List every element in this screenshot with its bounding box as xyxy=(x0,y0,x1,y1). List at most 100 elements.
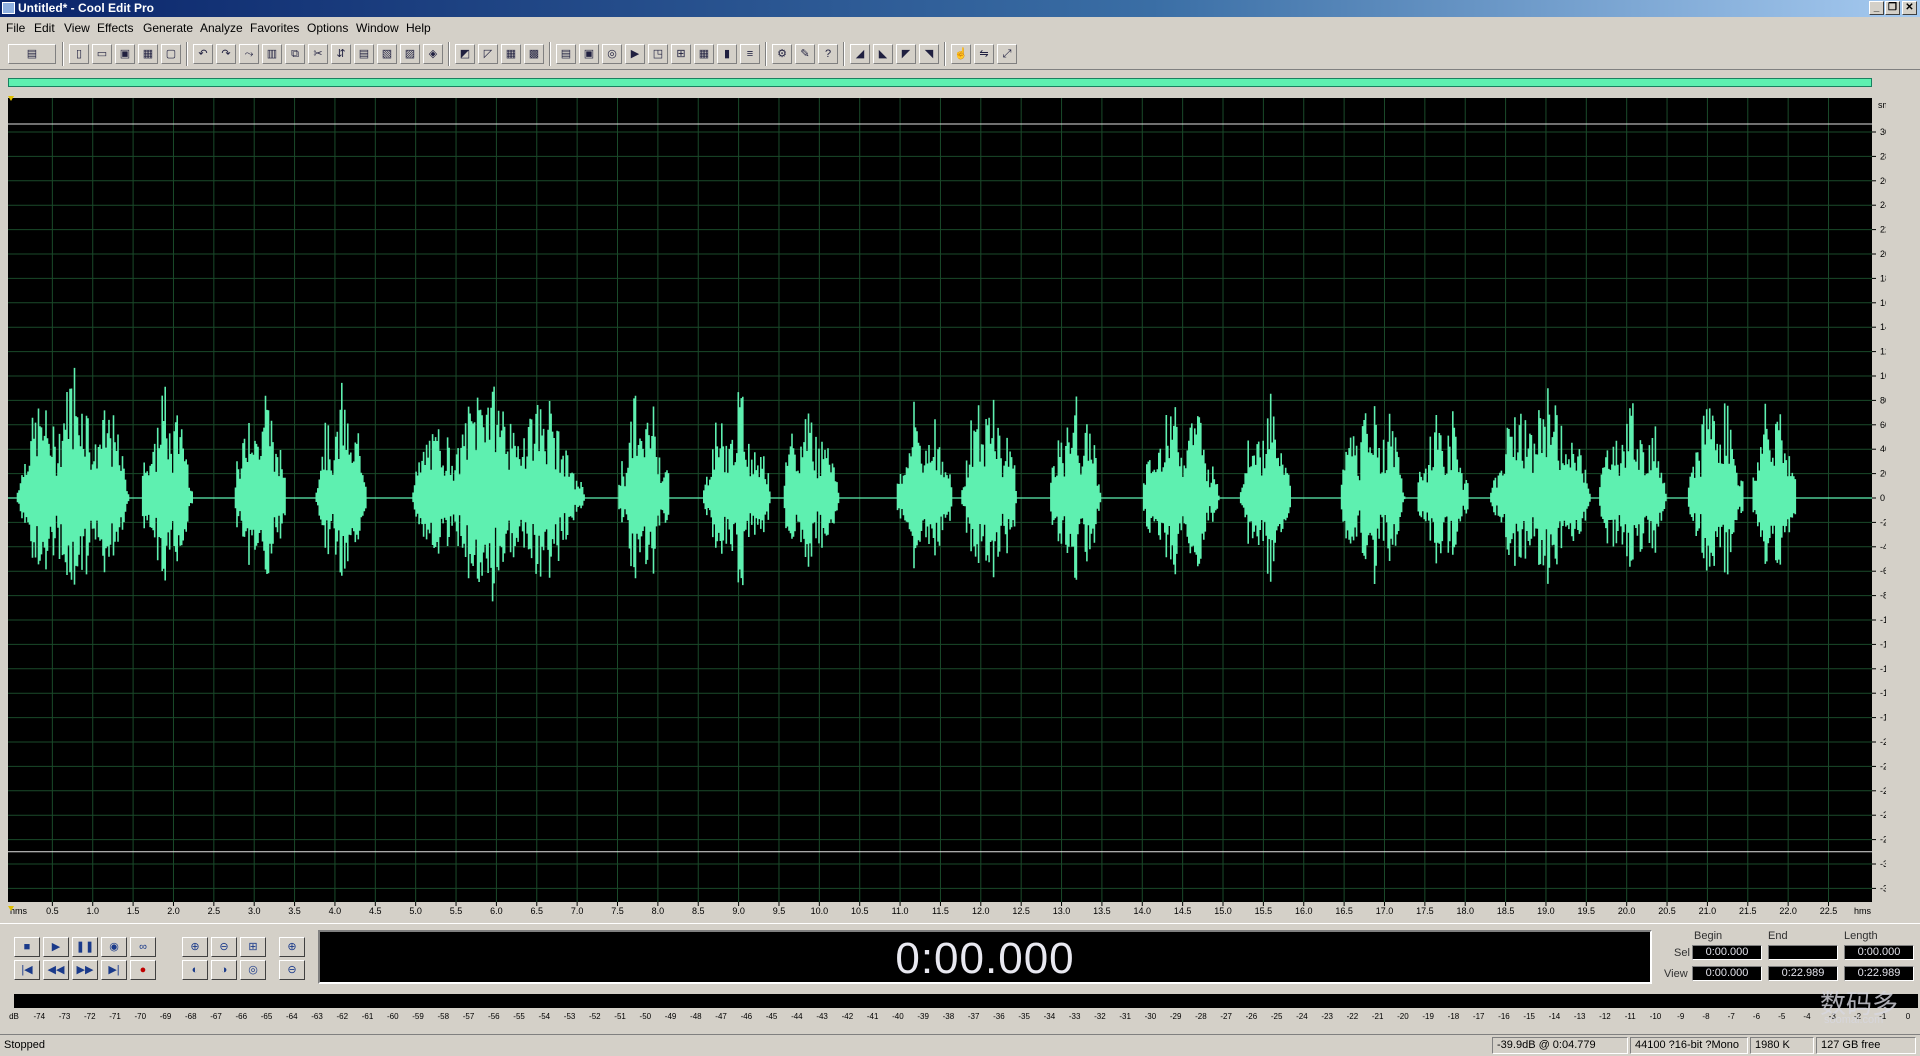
save-all-icon[interactable]: ▦ xyxy=(138,44,158,64)
bars-icon[interactable]: ≡ xyxy=(740,44,760,64)
undo-icon[interactable]: ↶ xyxy=(193,44,213,64)
save-icon[interactable]: ▣ xyxy=(115,44,135,64)
new-file-icon[interactable]: ▯ xyxy=(69,44,89,64)
paste-mix-icon[interactable]: ◈ xyxy=(423,44,443,64)
cd-icon[interactable]: ◎ xyxy=(602,44,622,64)
menu-file[interactable]: File xyxy=(6,21,25,35)
fast-forward-button[interactable]: ▶▶ xyxy=(72,960,98,980)
play-list-icon[interactable]: ▶ xyxy=(625,44,645,64)
toolbar-separator xyxy=(448,42,450,66)
amplitude-tick-label: 6000 xyxy=(1880,420,1886,430)
sel-begin-field[interactable]: 0:00.000 xyxy=(1692,945,1762,960)
zoom-selection-button[interactable]: ◎ xyxy=(240,960,266,980)
menu-help[interactable]: Help xyxy=(406,21,431,35)
envelope-icon[interactable]: ◸ xyxy=(478,44,498,64)
effect4-icon[interactable]: ◥ xyxy=(919,44,939,64)
mix-paste-icon[interactable]: ▨ xyxy=(400,44,420,64)
time-tick-label: 15.0 xyxy=(1214,906,1232,916)
zoom-right-button[interactable]: ◑ xyxy=(211,960,237,980)
zoom-in-button[interactable]: ⊕ xyxy=(182,937,208,957)
view-length-field[interactable]: 0:22.989 xyxy=(1844,966,1914,981)
meter-scale-label: -23 xyxy=(1321,1012,1333,1021)
grid-icon[interactable]: ▦ xyxy=(501,44,521,64)
time-format-icon[interactable]: ⊞ xyxy=(671,44,691,64)
menu-analyze[interactable]: Analyze xyxy=(200,21,243,35)
close-file-icon[interactable]: ▢ xyxy=(161,44,181,64)
paste-new-icon[interactable]: ▧ xyxy=(377,44,397,64)
zoom-out-button[interactable]: ⊖ xyxy=(211,937,237,957)
sel-end-field[interactable] xyxy=(1768,945,1838,960)
effect3-icon[interactable]: ◤ xyxy=(896,44,916,64)
select-all-icon[interactable]: ▥ xyxy=(262,44,282,64)
minimize-button[interactable]: _ xyxy=(1869,1,1884,15)
menu-edit[interactable]: Edit xyxy=(34,21,55,35)
go-to-start-button[interactable]: |◀ xyxy=(14,960,40,980)
time-tick-label: 13.0 xyxy=(1053,906,1071,916)
menu-generate[interactable]: Generate xyxy=(143,21,193,35)
zoom-full-button[interactable]: ⊞ xyxy=(240,937,266,957)
meter-icon[interactable]: ▮ xyxy=(717,44,737,64)
sample-format-icon[interactable]: ▦ xyxy=(694,44,714,64)
tool-zoom-icon[interactable]: ⤢ xyxy=(997,44,1017,64)
rewind-button[interactable]: ◀◀ xyxy=(43,960,69,980)
time-tick-label: 15.5 xyxy=(1255,906,1273,916)
play-to-end-button[interactable]: ◉ xyxy=(101,937,127,957)
time-tick-label: 12.0 xyxy=(972,906,990,916)
notes-icon[interactable]: ✎ xyxy=(795,44,815,64)
transport-panel: ■ ▶ ❚❚ ◉ ∞ |◀ ◀◀ ▶▶ ▶| ● ⊕ ⊖ ⊞ ⊕ ◐ ◑ ◎ ⊖ 0:00.000 Begin … xyxy=(0,923,1920,989)
menu-effects[interactable]: Effects xyxy=(97,21,133,35)
restore-button[interactable]: ❐ xyxy=(1885,1,1900,15)
repeat-icon[interactable]: ⤳ xyxy=(239,44,259,64)
cue-add-icon[interactable]: ▣ xyxy=(579,44,599,64)
tool-hand-icon[interactable]: ☝ xyxy=(951,44,971,64)
copy-icon[interactable]: ⧉ xyxy=(285,44,305,64)
pause-button[interactable]: ❚❚ xyxy=(72,937,98,957)
open-file-icon[interactable]: ▭ xyxy=(92,44,112,64)
help-icon[interactable]: ? xyxy=(818,44,838,64)
time-tick-label: 5.0 xyxy=(409,906,422,916)
settings-icon[interactable]: ⚙ xyxy=(772,44,792,64)
go-to-end-button[interactable]: ▶| xyxy=(101,960,127,980)
menu-favorites[interactable]: Favorites xyxy=(250,21,299,35)
status-size: 1980 K xyxy=(1750,1037,1814,1054)
zoom-vertical-in-button[interactable]: ⊕ xyxy=(279,937,305,957)
end-header: End xyxy=(1768,930,1788,942)
time-tick-label: 13.5 xyxy=(1093,906,1111,916)
effect1-icon[interactable]: ◢ xyxy=(850,44,870,64)
trim-icon[interactable]: ⇵ xyxy=(331,44,351,64)
paste-icon[interactable]: ▤ xyxy=(354,44,374,64)
grid2-icon[interactable]: ▩ xyxy=(524,44,544,64)
time-tick-label: 9.0 xyxy=(732,906,745,916)
record-button[interactable]: ● xyxy=(130,960,156,980)
overview-range[interactable] xyxy=(8,78,1872,87)
cut-icon[interactable]: ✂ xyxy=(308,44,328,64)
view-toggle-icon[interactable]: ▤ xyxy=(8,44,56,64)
stop-button[interactable]: ■ xyxy=(14,937,40,957)
loop-button[interactable]: ∞ xyxy=(130,937,156,957)
close-button[interactable]: ✕ xyxy=(1902,1,1917,15)
meter-scale-label: -29 xyxy=(1170,1012,1182,1021)
cue-list-icon[interactable]: ▤ xyxy=(556,44,576,64)
effect2-icon[interactable]: ◣ xyxy=(873,44,893,64)
title-bar[interactable]: Untitled* - Cool Edit Pro _ ❐ ✕ xyxy=(0,0,1920,17)
overview-bar[interactable] xyxy=(0,70,1920,92)
zoom-left-button[interactable]: ◐ xyxy=(182,960,208,980)
waveform-display[interactable]: smpl300002800026000240002200020000180001… xyxy=(6,96,1886,917)
zoom-vertical-out-button[interactable]: ⊖ xyxy=(279,960,305,980)
spectral-view-icon[interactable]: ◩ xyxy=(455,44,475,64)
time-tick-label: 3.0 xyxy=(248,906,261,916)
view-end-field[interactable]: 0:22.989 xyxy=(1768,966,1838,981)
redo-icon[interactable]: ↷ xyxy=(216,44,236,64)
play-button[interactable]: ▶ xyxy=(43,937,69,957)
menu-window[interactable]: Window xyxy=(356,21,399,35)
menu-options[interactable]: Options xyxy=(307,21,348,35)
view-begin-field[interactable]: 0:00.000 xyxy=(1692,966,1762,981)
time-tick-label: 16.0 xyxy=(1295,906,1313,916)
tool-scrub-icon[interactable]: ⇋ xyxy=(974,44,994,64)
app-icon[interactable] xyxy=(2,2,15,14)
waveform-panel[interactable]: smpl300002800026000240002200020000180001… xyxy=(6,96,1886,917)
time-tick-label: 18.5 xyxy=(1497,906,1515,916)
zoom-sel-icon[interactable]: ◳ xyxy=(648,44,668,64)
menu-view[interactable]: View xyxy=(64,21,90,35)
sel-length-field[interactable]: 0:00.000 xyxy=(1844,945,1914,960)
